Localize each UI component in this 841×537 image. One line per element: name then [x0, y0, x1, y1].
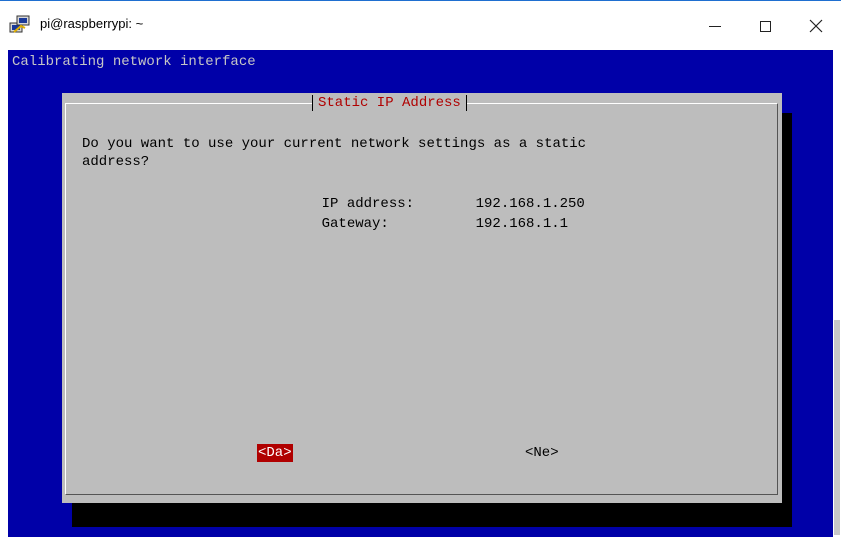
- dialog-question: Do you want to use your current network …: [82, 136, 587, 170]
- window-title: pi@raspberrypi: ~: [40, 16, 144, 31]
- window-titlebar[interactable]: pi@raspberrypi: ~: [0, 0, 841, 50]
- maximize-button[interactable]: [740, 1, 790, 51]
- gateway-row: Gateway: 192.168.1.1: [288, 197, 568, 251]
- dialog-title: Static IP Address: [312, 93, 467, 113]
- gateway-label: Gateway:: [321, 216, 389, 232]
- backtitle: Calibrating network interface: [12, 54, 256, 70]
- scrollbar-thumb[interactable]: [834, 320, 840, 535]
- maximize-icon: [759, 20, 771, 32]
- close-icon: [809, 19, 823, 33]
- minimize-icon: [709, 25, 721, 27]
- yes-button[interactable]: <Da>: [257, 444, 293, 462]
- putty-icon: [9, 15, 30, 33]
- gateway-value: 192.168.1.1: [475, 216, 569, 232]
- no-button[interactable]: <Ne>: [524, 444, 560, 462]
- minimize-button[interactable]: [690, 1, 740, 51]
- static-ip-dialog: Static IP Address Do you want to use you…: [62, 93, 782, 503]
- close-button[interactable]: [791, 1, 841, 51]
